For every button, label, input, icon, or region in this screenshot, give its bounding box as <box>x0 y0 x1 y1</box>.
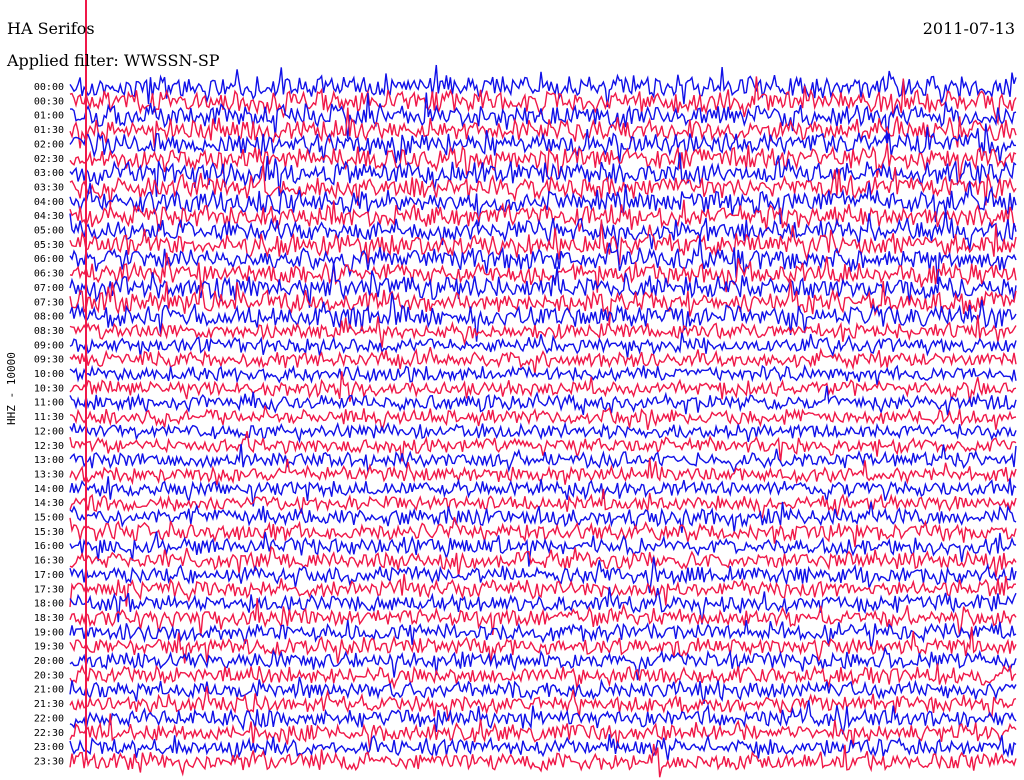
row-time-label: 13:30 <box>34 469 64 480</box>
row-time-label: 17:00 <box>34 570 64 581</box>
row-time-label: 15:30 <box>34 527 64 538</box>
row-time-label: 14:00 <box>34 484 64 495</box>
row-time-label: 14:30 <box>34 498 64 509</box>
trace-row <box>69 107 1017 149</box>
row-time-label: 20:30 <box>34 670 64 681</box>
row-time-label: 04:00 <box>34 197 64 208</box>
row-time-label: 15:00 <box>34 513 64 524</box>
trace-row <box>69 516 1017 548</box>
row-time-label: 12:00 <box>34 426 64 437</box>
row-time-label: 21:00 <box>34 685 64 696</box>
trace-row <box>69 219 1017 265</box>
trace-row <box>69 364 1017 386</box>
row-time-label: 23:00 <box>34 742 64 753</box>
filter-label: Applied filter: WWSSN-SP <box>7 51 220 70</box>
row-time-label: 20:00 <box>34 656 64 667</box>
row-time-label: 12:30 <box>34 441 64 452</box>
row-time-label: 00:00 <box>34 82 64 93</box>
trace-row <box>69 743 1017 778</box>
row-time-label: 22:00 <box>34 713 64 724</box>
trace-row <box>69 545 1017 578</box>
row-time-label: 23:30 <box>34 756 64 767</box>
row-time-label: 11:30 <box>34 412 64 423</box>
row-time-label: 02:00 <box>34 139 64 150</box>
helicorder-plot: 00:00 00:30 01:00 01:30 02:00 02:30 03:00 03:30… <box>34 0 1017 778</box>
date-label: 2011-07-13 <box>922 19 1015 38</box>
row-time-label: 05:00 <box>34 226 64 237</box>
row-time-label: 09:00 <box>34 340 64 351</box>
row-time-label: 10:30 <box>34 383 64 394</box>
row-time-label: 06:00 <box>34 254 64 265</box>
trace-group <box>69 0 1017 778</box>
channel-axis-label: HHZ - 10000 <box>5 352 18 425</box>
row-time-label: 13:00 <box>34 455 64 466</box>
row-time-label: 01:30 <box>34 125 64 136</box>
row-time-label: 06:30 <box>34 269 64 280</box>
row-time-label: 00:30 <box>34 96 64 107</box>
row-time-label: 10:00 <box>34 369 64 380</box>
trace-row <box>69 199 1017 232</box>
row-time-label: 08:30 <box>34 326 64 337</box>
trace-row <box>69 488 1017 519</box>
row-time-label: 09:30 <box>34 355 64 366</box>
row-time-label: 02:30 <box>34 154 64 165</box>
row-label-group: 00:00 00:30 01:00 01:30 02:00 02:30 03:00 03:30… <box>34 82 64 767</box>
row-time-label: 04:30 <box>34 211 64 222</box>
trace-row <box>69 252 1017 293</box>
row-time-label: 11:00 <box>34 398 64 409</box>
trace-row <box>69 421 1017 444</box>
row-time-label: 18:30 <box>34 613 64 624</box>
row-time-label: 03:00 <box>34 168 64 179</box>
row-time-label: 05:30 <box>34 240 64 251</box>
row-time-label: 21:30 <box>34 699 64 710</box>
row-time-label: 03:30 <box>34 182 64 193</box>
row-time-label: 07:00 <box>34 283 64 294</box>
row-time-label: 07:30 <box>34 297 64 308</box>
row-time-label: 18:00 <box>34 599 64 610</box>
row-time-label: 17:30 <box>34 584 64 595</box>
row-time-label: 19:30 <box>34 642 64 653</box>
trace-row <box>69 405 1017 431</box>
row-time-label: 19:00 <box>34 627 64 638</box>
row-time-label: 08:00 <box>34 312 64 323</box>
trace-row <box>69 371 1017 403</box>
row-time-label: 16:00 <box>34 541 64 552</box>
row-time-label: 22:30 <box>34 728 64 739</box>
station-title: HA Serifos <box>7 19 95 38</box>
row-time-label: 01:00 <box>34 111 64 122</box>
row-time-label: 16:30 <box>34 556 64 567</box>
